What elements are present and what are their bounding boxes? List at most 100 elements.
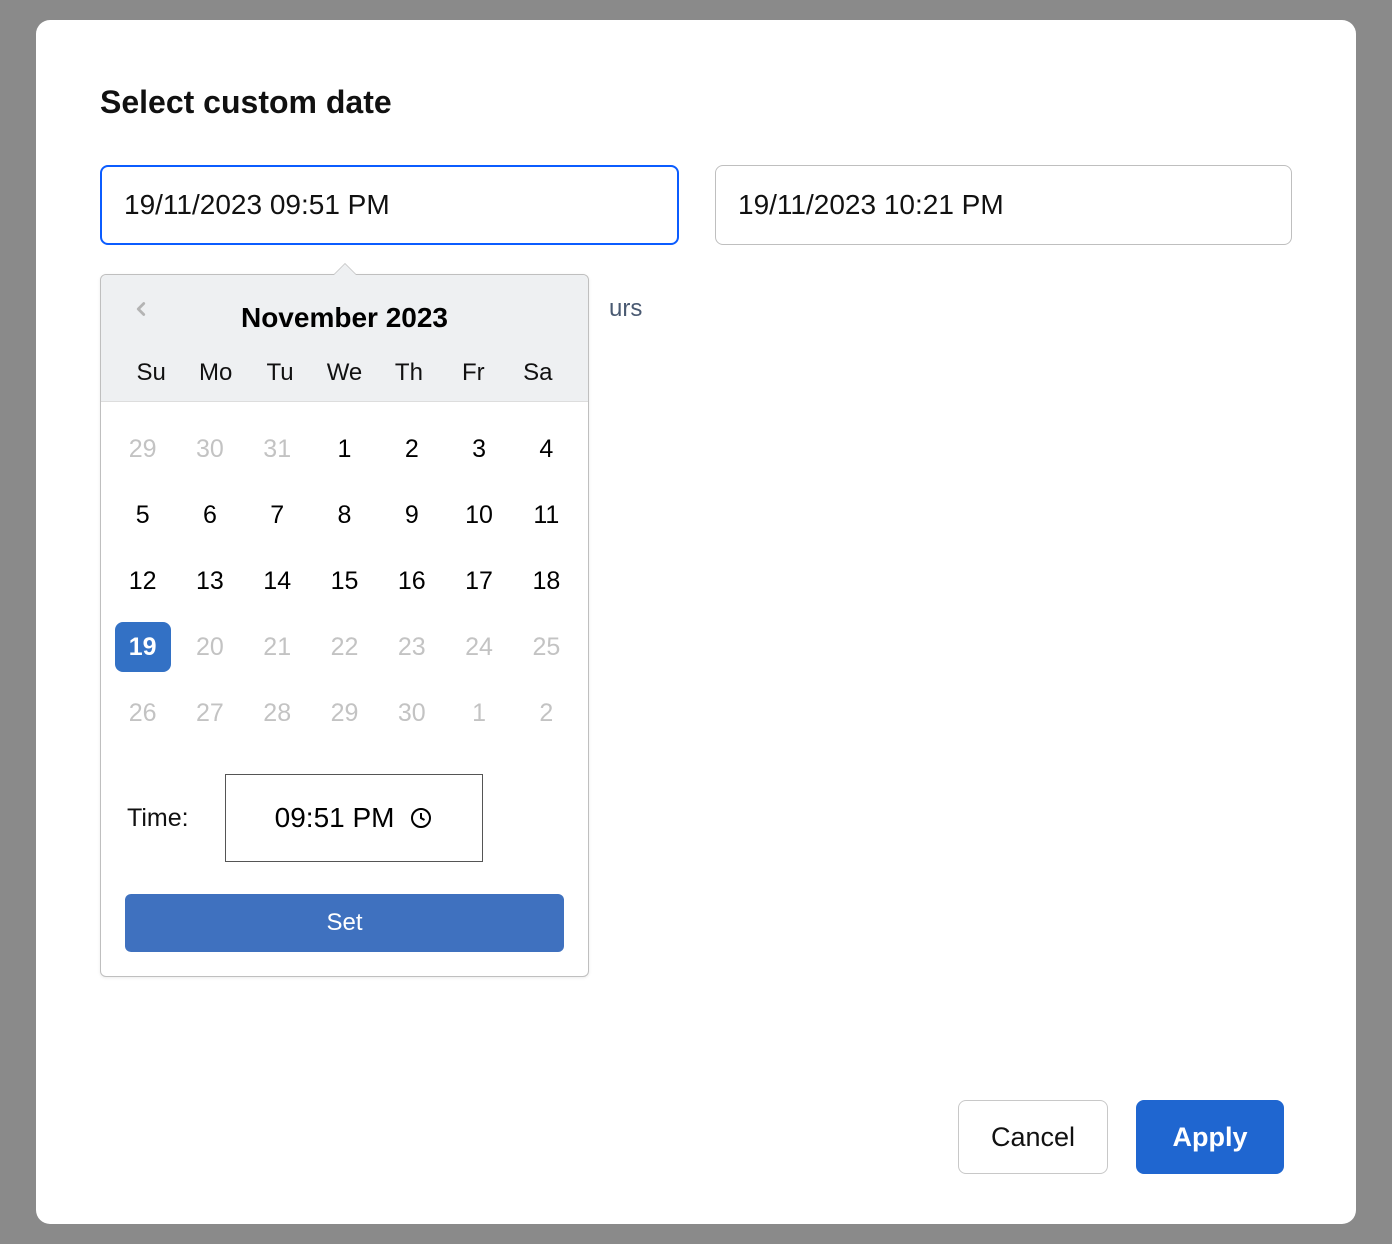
calendar-day-number: 25 [518,622,574,672]
calendar-day[interactable]: 6 [176,490,243,540]
calendar-day-number: 4 [518,424,574,474]
calendar-day-number: 22 [316,622,372,672]
calendar-day-number: 28 [249,688,305,738]
weekday-label: Fr [441,359,505,387]
calendar-day[interactable]: 12 [109,556,176,606]
calendar-day[interactable]: 31 [244,424,311,474]
popover-arrow [333,263,357,275]
apply-button-label: Apply [1172,1122,1247,1153]
calendar-day[interactable]: 1 [445,688,512,738]
calendar-day[interactable]: 25 [513,622,580,672]
calendar-day[interactable]: 19 [109,622,176,672]
calendar-grid: 2930311234567891011121314151617181920212… [101,402,588,746]
calendar-day-number: 10 [451,490,507,540]
calendar-day[interactable]: 13 [176,556,243,606]
set-button-label: Set [326,909,362,937]
calendar-day[interactable]: 3 [445,424,512,474]
calendar-day[interactable]: 21 [244,622,311,672]
calendar-day[interactable]: 30 [176,424,243,474]
month-nav-row: November 2023 [111,293,578,343]
apply-button[interactable]: Apply [1136,1100,1284,1174]
calendar-day-number: 11 [518,490,574,540]
calendar-day-number: 19 [115,622,171,672]
weekday-header-row: Su Mo Tu We Th Fr Sa [111,343,578,401]
calendar-day[interactable]: 2 [513,688,580,738]
calendar-day-number: 12 [115,556,171,606]
calendar-day-number: 8 [316,490,372,540]
calendar-day-number: 31 [249,424,305,474]
calendar-day[interactable]: 7 [244,490,311,540]
calendar-day[interactable]: 22 [311,622,378,672]
calendar-day[interactable]: 27 [176,688,243,738]
prev-month-button[interactable] [127,295,155,323]
date-picker-header: November 2023 Su Mo Tu We Th Fr Sa [101,275,588,402]
calendar-day-number: 14 [249,556,305,606]
weekday-label: Su [119,359,183,387]
weekday-label: Mo [183,359,247,387]
calendar-day-number: 3 [451,424,507,474]
time-row: Time: 09:51 PM [101,746,588,866]
calendar-day[interactable]: 9 [378,490,445,540]
weekday-label: We [312,359,376,387]
calendar-day-number: 7 [249,490,305,540]
clock-icon [409,806,433,830]
calendar-day[interactable]: 14 [244,556,311,606]
calendar-day-number: 30 [182,424,238,474]
calendar-day[interactable]: 11 [513,490,580,540]
calendar-day-number: 1 [451,688,507,738]
calendar-day[interactable]: 1 [311,424,378,474]
calendar-day[interactable]: 30 [378,688,445,738]
calendar-day-number: 20 [182,622,238,672]
calendar-day-number: 18 [518,556,574,606]
calendar-day[interactable]: 29 [311,688,378,738]
calendar-day[interactable]: 23 [378,622,445,672]
weekday-label: Sa [506,359,570,387]
calendar-day-number: 15 [316,556,372,606]
calendar-day-number: 26 [115,688,171,738]
cancel-button-label: Cancel [991,1122,1075,1153]
calendar-day-number: 30 [384,688,440,738]
time-label: Time: [127,804,189,833]
calendar-day-number: 29 [316,688,372,738]
calendar-day[interactable]: 10 [445,490,512,540]
modal-footer: Cancel Apply [100,1100,1292,1184]
calendar-day[interactable]: 2 [378,424,445,474]
start-datetime-input[interactable] [100,165,679,245]
calendar-day[interactable]: 17 [445,556,512,606]
calendar-day-number: 13 [182,556,238,606]
calendar-day[interactable]: 26 [109,688,176,738]
calendar-day-number: 6 [182,490,238,540]
calendar-day-number: 1 [316,424,372,474]
cancel-button[interactable]: Cancel [958,1100,1108,1174]
calendar-day-number: 16 [384,556,440,606]
calendar-day[interactable]: 28 [244,688,311,738]
modal-title: Select custom date [100,84,1292,121]
calendar-day-number: 2 [518,688,574,738]
calendar-day[interactable]: 4 [513,424,580,474]
calendar-day-number: 27 [182,688,238,738]
weekday-label: Tu [248,359,312,387]
calendar-day-number: 17 [451,556,507,606]
end-datetime-input[interactable] [715,165,1292,245]
calendar-day[interactable]: 24 [445,622,512,672]
calendar-day-number: 29 [115,424,171,474]
set-button[interactable]: Set [125,894,564,952]
calendar-day[interactable]: 20 [176,622,243,672]
date-inputs-row [100,165,1292,245]
calendar-day[interactable]: 15 [311,556,378,606]
calendar-day-number: 21 [249,622,305,672]
calendar-day[interactable]: 18 [513,556,580,606]
time-input[interactable]: 09:51 PM [225,774,483,862]
calendar-day-number: 23 [384,622,440,672]
calendar-day[interactable]: 16 [378,556,445,606]
weekday-label: Th [377,359,441,387]
time-value: 09:51 PM [275,802,395,834]
background-text-fragment: urs [609,295,642,323]
month-label[interactable]: November 2023 [241,302,448,334]
calendar-day-number: 2 [384,424,440,474]
calendar-day[interactable]: 8 [311,490,378,540]
custom-date-modal: Select custom date urs November 2023 Su … [36,20,1356,1224]
calendar-day[interactable]: 29 [109,424,176,474]
calendar-day[interactable]: 5 [109,490,176,540]
date-picker-popover: November 2023 Su Mo Tu We Th Fr Sa 29303… [100,274,589,977]
